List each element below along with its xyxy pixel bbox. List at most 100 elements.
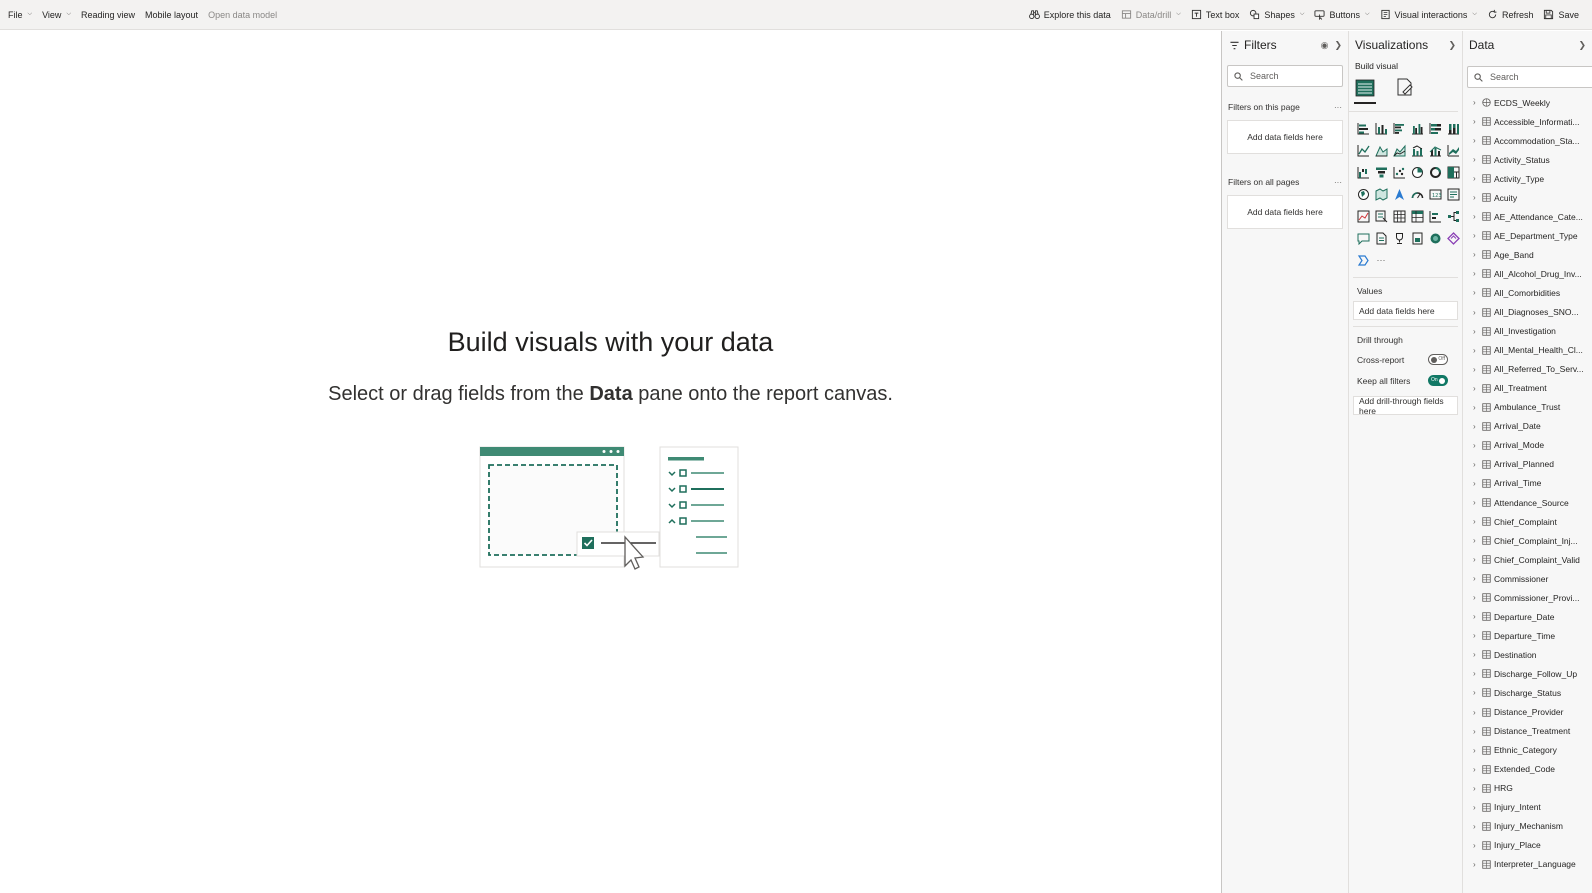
- chevron-right-icon[interactable]: ›: [1473, 174, 1482, 183]
- more-options-icon[interactable]: ···: [1334, 103, 1342, 112]
- report-canvas[interactable]: Build visuals with your data Select or d…: [0, 31, 1221, 893]
- chevron-right-icon[interactable]: ›: [1473, 517, 1482, 526]
- gauge-icon[interactable]: [1408, 183, 1426, 205]
- data-table-item[interactable]: › AE_Attendance_Cate...: [1463, 207, 1592, 226]
- view-menu[interactable]: View ⌵: [37, 4, 76, 26]
- chevron-right-icon[interactable]: ›: [1473, 441, 1482, 450]
- chevron-right-icon[interactable]: ›: [1473, 212, 1482, 221]
- cross-report-toggle[interactable]: Off: [1428, 354, 1448, 365]
- data-table-item[interactable]: › Departure_Date: [1463, 607, 1592, 626]
- data-table-item[interactable]: › Age_Band: [1463, 245, 1592, 264]
- reading-view-button[interactable]: Reading view: [76, 4, 140, 26]
- data-table-item[interactable]: › Injury_Place: [1463, 836, 1592, 855]
- data-drill-menu[interactable]: Data/drill ⌵: [1116, 4, 1186, 26]
- waterfall-chart-icon[interactable]: [1354, 161, 1372, 183]
- data-table-item[interactable]: › Ambulance_Trust: [1463, 398, 1592, 417]
- refresh-button[interactable]: Refresh: [1482, 4, 1539, 26]
- data-table-item[interactable]: › Discharge_Follow_Up: [1463, 664, 1592, 683]
- chevron-right-icon[interactable]: ›: [1473, 746, 1482, 755]
- clustered-bar-chart-icon[interactable]: [1390, 117, 1408, 139]
- data-table-item[interactable]: › Arrival_Date: [1463, 417, 1592, 436]
- data-table-item[interactable]: › Discharge_Status: [1463, 683, 1592, 702]
- stacked-area-chart-icon[interactable]: [1390, 139, 1408, 161]
- line-and-stacked-column-chart-icon[interactable]: [1408, 139, 1426, 161]
- power-automate-flow-icon[interactable]: [1354, 249, 1372, 271]
- slicer-icon[interactable]: [1372, 205, 1390, 227]
- data-table-item[interactable]: › Ethnic_Category: [1463, 741, 1592, 760]
- paginated-report-icon[interactable]: [1408, 227, 1426, 249]
- data-table-item[interactable]: › Injury_Intent: [1463, 798, 1592, 817]
- save-button[interactable]: Save: [1538, 4, 1584, 26]
- chevron-right-icon[interactable]: ›: [1473, 117, 1482, 126]
- stacked-bar-chart-icon[interactable]: [1354, 117, 1372, 139]
- chevron-right-icon[interactable]: ›: [1473, 555, 1482, 564]
- chevron-right-icon[interactable]: ›: [1473, 365, 1482, 374]
- kpi-icon[interactable]: [1354, 205, 1372, 227]
- stacked-column-chart-icon[interactable]: [1372, 117, 1390, 139]
- data-table-item[interactable]: › Activity_Type: [1463, 169, 1592, 188]
- chevron-right-icon[interactable]: ›: [1473, 727, 1482, 736]
- chevron-right-icon[interactable]: ›: [1473, 841, 1482, 850]
- filters-all-pages-drop-well[interactable]: Add data fields here: [1227, 195, 1343, 229]
- chevron-right-icon[interactable]: ›: [1473, 422, 1482, 431]
- funnel-chart-icon[interactable]: [1372, 161, 1390, 183]
- collapse-visualizations-icon[interactable]: ❯: [1448, 40, 1456, 51]
- data-table-item[interactable]: › Injury_Mechanism: [1463, 817, 1592, 836]
- data-table-item[interactable]: › ECDS_Weekly: [1463, 93, 1592, 112]
- ribbon-chart-icon[interactable]: [1444, 139, 1462, 161]
- text-box-button[interactable]: Text box: [1186, 4, 1245, 26]
- data-table-item[interactable]: › Distance_Treatment: [1463, 722, 1592, 741]
- format-visual-tab[interactable]: [1394, 74, 1416, 100]
- data-table-item[interactable]: › Activity_Status: [1463, 150, 1592, 169]
- data-table-item[interactable]: › Destination: [1463, 645, 1592, 664]
- data-table-item[interactable]: › All_Comorbidities: [1463, 283, 1592, 302]
- data-table-item[interactable]: › All_Treatment: [1463, 379, 1592, 398]
- area-chart-icon[interactable]: [1372, 139, 1390, 161]
- chevron-right-icon[interactable]: ›: [1473, 269, 1482, 278]
- data-table-item[interactable]: › All_Alcohol_Drug_Inv...: [1463, 264, 1592, 283]
- data-table-item[interactable]: › Commissioner_Provi...: [1463, 588, 1592, 607]
- smart-narrative-icon[interactable]: [1372, 227, 1390, 249]
- chevron-right-icon[interactable]: ›: [1473, 231, 1482, 240]
- data-table-item[interactable]: › Accommodation_Sta...: [1463, 131, 1592, 150]
- data-table-item[interactable]: › All_Diagnoses_SNO...: [1463, 303, 1592, 322]
- chevron-right-icon[interactable]: ›: [1473, 669, 1482, 678]
- azure-map-icon[interactable]: [1390, 183, 1408, 205]
- matrix-icon[interactable]: [1408, 205, 1426, 227]
- chevron-right-icon[interactable]: ›: [1473, 650, 1482, 659]
- chevron-right-icon[interactable]: ›: [1473, 612, 1482, 621]
- multi-row-card-icon[interactable]: [1444, 183, 1462, 205]
- visual-interactions-menu[interactable]: Visual interactions ⌵: [1375, 4, 1482, 26]
- data-table-item[interactable]: › Accessible_Informati...: [1463, 112, 1592, 131]
- data-table-item[interactable]: › Chief_Complaint_Inj...: [1463, 531, 1592, 550]
- donut-chart-icon[interactable]: [1426, 161, 1444, 183]
- data-table-item[interactable]: › Departure_Time: [1463, 626, 1592, 645]
- data-table-item[interactable]: › Commissioner: [1463, 569, 1592, 588]
- file-menu[interactable]: File ⌵: [3, 4, 37, 26]
- chevron-right-icon[interactable]: ›: [1473, 136, 1482, 145]
- line-and-clustered-column-chart-icon[interactable]: [1426, 139, 1444, 161]
- chevron-right-icon[interactable]: ›: [1473, 308, 1482, 317]
- chevron-right-icon[interactable]: ›: [1473, 460, 1482, 469]
- scatter-chart-icon[interactable]: [1390, 161, 1408, 183]
- chevron-right-icon[interactable]: ›: [1473, 593, 1482, 602]
- data-search-input[interactable]: Search: [1467, 66, 1592, 88]
- chevron-right-icon[interactable]: ›: [1473, 327, 1482, 336]
- keep-all-filters-toggle[interactable]: On: [1428, 375, 1448, 386]
- chevron-right-icon[interactable]: ›: [1473, 574, 1482, 583]
- explore-data-button[interactable]: Explore this data: [1024, 4, 1116, 26]
- data-table-item[interactable]: › All_Referred_To_Serv...: [1463, 360, 1592, 379]
- open-data-model-button[interactable]: Open data model: [203, 4, 282, 26]
- map-icon[interactable]: [1354, 183, 1372, 205]
- data-table-item[interactable]: › Arrival_Planned: [1463, 455, 1592, 474]
- data-table-item[interactable]: › Attendance_Source: [1463, 493, 1592, 512]
- buttons-menu[interactable]: Buttons ⌵: [1309, 4, 1374, 26]
- qna-icon[interactable]: [1354, 227, 1372, 249]
- power-apps-icon[interactable]: [1426, 227, 1444, 249]
- chevron-right-icon[interactable]: ›: [1473, 403, 1482, 412]
- collapse-filters-icon[interactable]: ❯: [1334, 40, 1342, 51]
- build-visual-tab[interactable]: [1354, 74, 1376, 104]
- collapse-data-icon[interactable]: ❯: [1578, 40, 1586, 51]
- chevron-right-icon[interactable]: ›: [1473, 250, 1482, 259]
- treemap-icon[interactable]: [1444, 161, 1462, 183]
